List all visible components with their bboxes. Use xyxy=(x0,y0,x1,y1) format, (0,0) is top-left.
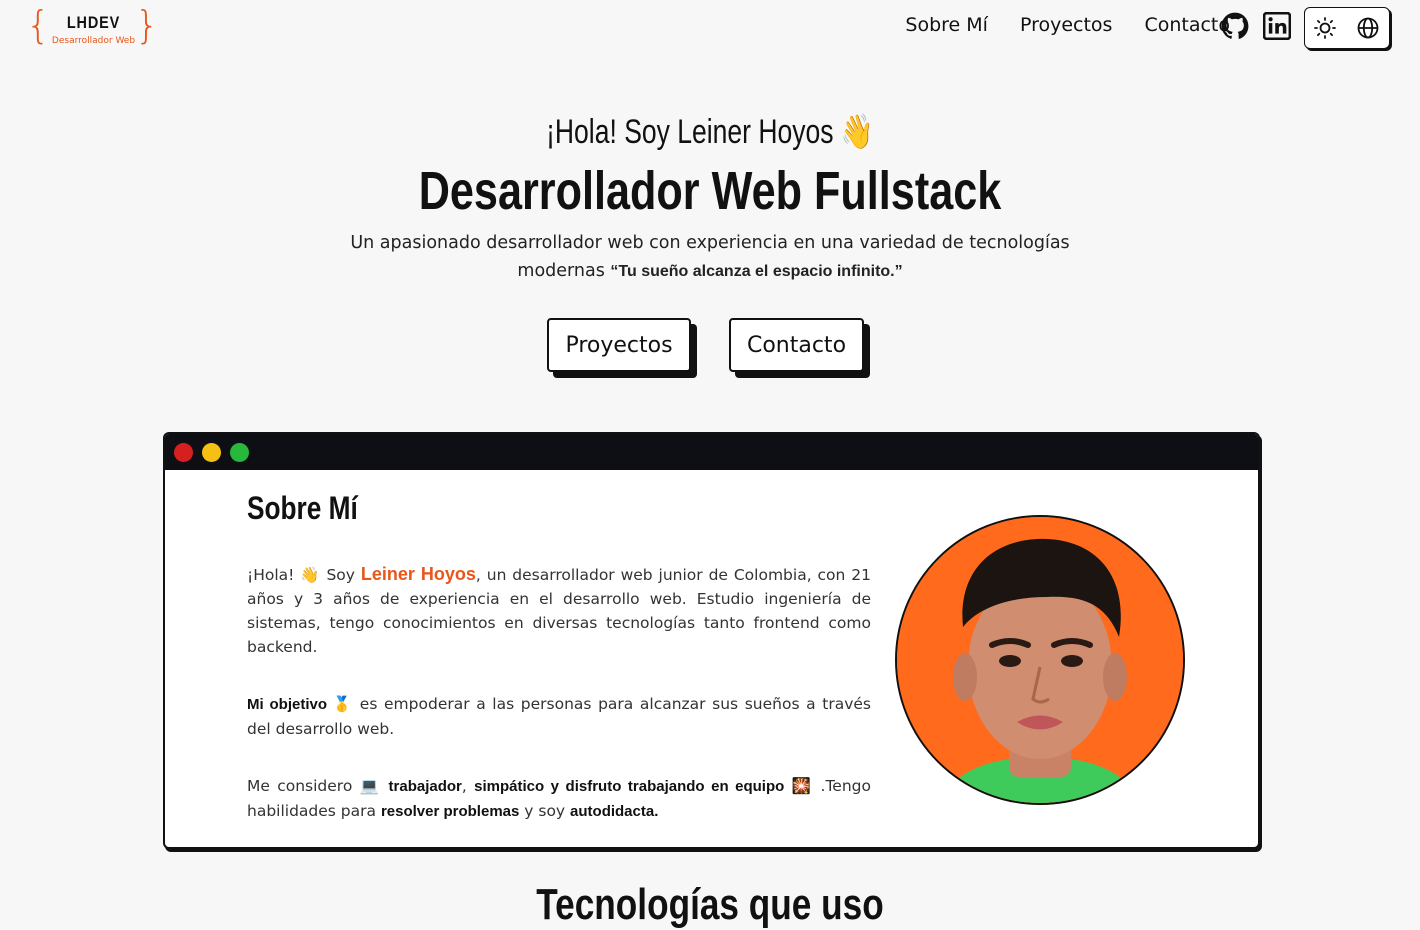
window-close-dot xyxy=(174,443,193,462)
about-objective-label: Mi objetivo 🥇 xyxy=(247,696,354,713)
about-paragraph-1: ¡Hola! 👋 Soy Leiner Hoyos, un desarrolla… xyxy=(247,562,871,659)
about-p3-problemas: resolver problemas xyxy=(380,803,520,820)
profile-photo xyxy=(895,515,1185,805)
about-p3-c: , xyxy=(461,777,475,795)
logo-name: LHDEV xyxy=(66,13,121,32)
about-name-highlight: Leiner Hoyos xyxy=(360,564,476,584)
settings-toggle-group xyxy=(1304,7,1390,49)
hero-title: Desarrollador Web Fullstack xyxy=(418,161,1002,221)
about-p3-autodidacta: autodidacta. xyxy=(570,803,659,820)
sun-icon[interactable] xyxy=(1313,16,1337,40)
about-p3-equipo: simpático y disfruto trabajando en equip… xyxy=(474,778,785,795)
technologies-heading: Tecnologías que uso xyxy=(536,880,884,929)
window-titlebar xyxy=(165,434,1258,470)
hero-greeting: ¡Hola! Soy Leiner Hoyos 👋 xyxy=(546,113,874,151)
logo-brace-right: } xyxy=(134,3,159,47)
hero-description: Un apasionado desarrollador web con expe… xyxy=(310,229,1110,286)
window-minimize-dot xyxy=(202,443,221,462)
hero-quote: “Tu sueño alcanza el espacio infinito.” xyxy=(610,263,903,280)
nav-link-proyectos[interactable]: Proyectos xyxy=(1020,14,1113,36)
nav-link-contacto[interactable]: Contacto xyxy=(1144,14,1230,36)
main-nav: Sobre Mí Proyectos Contacto xyxy=(905,14,1230,36)
window-maximize-dot xyxy=(230,443,249,462)
about-heading: Sobre Mí xyxy=(247,490,358,526)
about-window: Sobre Mí ¡Hola! 👋 Soy Leiner Hoyos, un d… xyxy=(163,432,1260,849)
globe-icon[interactable] xyxy=(1356,16,1380,40)
nav-link-sobre-mi[interactable]: Sobre Mí xyxy=(905,14,988,36)
profile-photo-illustration xyxy=(897,517,1183,803)
about-p1-intro: ¡Hola! 👋 Soy xyxy=(247,566,361,584)
about-paragraph-3: Me considero 💻 trabajador, simpático y d… xyxy=(247,774,871,824)
contact-button[interactable]: Contacto xyxy=(729,318,864,372)
github-icon[interactable] xyxy=(1221,12,1249,40)
about-p3-trabajador: trabajador xyxy=(388,778,462,795)
projects-button[interactable]: Proyectos xyxy=(547,318,691,372)
logo[interactable]: { LHDEV Desarrollador Web } xyxy=(26,3,161,50)
linkedin-icon[interactable] xyxy=(1263,12,1291,40)
about-paragraph-2: Mi objetivo 🥇 es empoderar a las persona… xyxy=(247,692,871,741)
about-p3-a: Me considero 💻 xyxy=(247,777,389,795)
about-p3-g: y soy xyxy=(519,802,571,820)
